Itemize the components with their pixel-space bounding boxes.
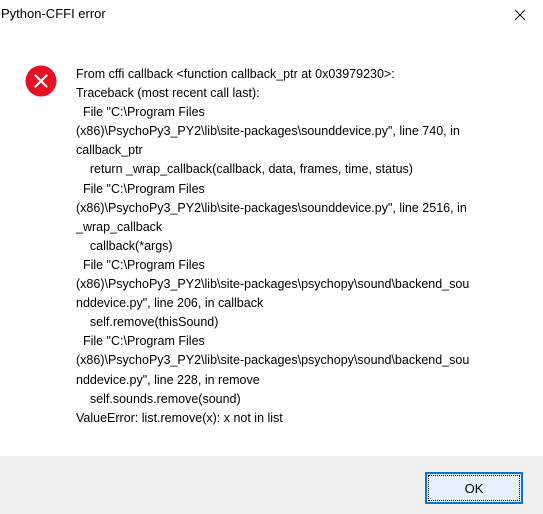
message-line: File "C:\Program Files	[76, 181, 205, 196]
close-button[interactable]	[497, 0, 543, 30]
message-line: File "C:\Program Files	[76, 257, 205, 272]
button-bar: OK	[0, 456, 543, 514]
message-line: self.remove(thisSound)	[76, 315, 219, 330]
message-line: callback_ptr	[76, 143, 143, 158]
message-line: _wrap_callback	[76, 219, 163, 234]
message-line: return _wrap_callback(callback, data, fr…	[76, 162, 413, 177]
message-line: callback(*args)	[76, 238, 173, 253]
message-line: self.sounds.remove(sound)	[76, 391, 241, 406]
close-icon	[514, 9, 526, 21]
error-dialog: Python-CFFI error From cffi callback <fu…	[0, 0, 543, 514]
message-line: File "C:\Program Files	[76, 105, 205, 120]
window-title: Python-CFFI error	[1, 6, 106, 21]
error-icon	[25, 65, 57, 97]
message-line: (x86)\PsychoPy3_PY2\lib\site-packages\ps…	[76, 353, 470, 368]
title-bar: Python-CFFI error	[0, 0, 543, 30]
message-line: (x86)\PsychoPy3_PY2\lib\site-packages\ps…	[76, 277, 470, 292]
message-line: (x86)\PsychoPy3_PY2\lib\site-packages\so…	[76, 124, 460, 139]
ok-button[interactable]: OK	[425, 472, 523, 504]
message-line: (x86)\PsychoPy3_PY2\lib\site-packages\so…	[76, 200, 467, 215]
message-line: nddevice.py", line 206, in callback	[76, 296, 264, 311]
message-line: ValueError: list.remove(x): x not in lis…	[76, 410, 283, 425]
message-line: Traceback (most recent call last):	[76, 86, 260, 101]
error-message: From cffi callback <function callback_pt…	[76, 65, 516, 428]
message-line: nddevice.py", line 228, in remove	[76, 372, 260, 387]
dialog-content: From cffi callback <function callback_pt…	[0, 30, 543, 456]
message-line: From cffi callback <function callback_pt…	[76, 67, 395, 81]
message-line: File "C:\Program Files	[76, 334, 205, 349]
